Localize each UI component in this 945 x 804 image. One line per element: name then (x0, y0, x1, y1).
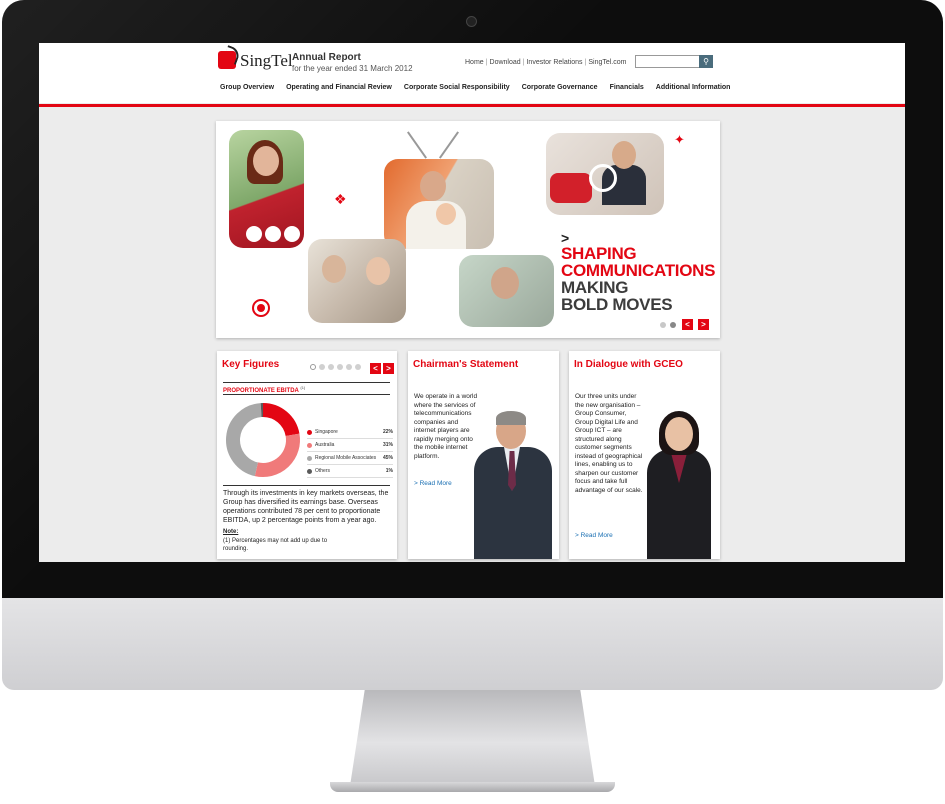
kf-prev-button[interactable]: < (370, 363, 381, 374)
legend-swatch (307, 468, 312, 474)
divider (223, 382, 390, 383)
hero-dot-active[interactable] (670, 322, 676, 328)
gceo-body: Our three units under the new organisati… (575, 393, 643, 494)
gceo-read-more-link[interactable]: > Read More (575, 532, 613, 539)
kf-dot[interactable] (319, 364, 325, 370)
chairman-read-more-link[interactable]: > Read More (414, 480, 452, 487)
donut-slice-regional-mobile-associates (226, 403, 262, 477)
legend-value: 45% (382, 455, 393, 461)
note-label: Note: (223, 529, 239, 535)
legend-value: 31% (382, 442, 393, 448)
brand-name[interactable]: SingTel (240, 51, 293, 71)
screen: SingTel Annual Report for the year ended… (39, 43, 905, 562)
tagline-line-4: BOLD MOVES (561, 295, 673, 314)
kf-dot[interactable] (346, 364, 352, 370)
legend-row: Others 1% (307, 465, 393, 478)
donut-slice-australia (254, 433, 300, 477)
kf-dot[interactable] (355, 364, 361, 370)
tagline-arrow: > (561, 230, 570, 246)
monitor-chin (2, 598, 943, 690)
tagline-line-1: SHAPING (561, 244, 637, 263)
legend-value: 1% (385, 468, 393, 474)
legend-row: Australia 31% (307, 439, 393, 452)
photo-woman-phone (229, 130, 304, 248)
hero-prev-button[interactable]: < (682, 319, 693, 330)
nav-group-overview[interactable]: Group Overview (214, 79, 280, 99)
main-nav: Group Overview Operating and Financial R… (214, 79, 736, 99)
ebitda-donut-chart (226, 403, 300, 477)
kf-next-button[interactable]: > (383, 363, 394, 374)
kf-dot[interactable] (337, 364, 343, 370)
utility-link-download[interactable]: Download (490, 59, 521, 66)
hero-dot[interactable] (660, 322, 666, 328)
utility-link-singtel[interactable]: SingTel.com (588, 59, 626, 66)
legend-value: 22% (382, 429, 393, 435)
utility-link-investor-relations[interactable]: Investor Relations (526, 59, 582, 66)
legend-label: Singapore (315, 429, 338, 435)
chairman-title[interactable]: Chairman's Statement (413, 359, 518, 370)
kf-dot[interactable] (310, 364, 316, 370)
hero-banner[interactable]: ❖ ✦ > SHAPING COMMUNICATIONS MAKING BOLD… (216, 121, 720, 338)
singtel-logo-icon[interactable] (218, 51, 236, 69)
header-divider (39, 104, 905, 107)
footnote-marker: (1) (300, 385, 306, 390)
note-text: (1) Percentages may not add up due to ro… (223, 538, 328, 552)
utility-nav: Home | Download | Investor Relations | SingTel… (465, 59, 627, 66)
camera-icon (466, 16, 477, 27)
gceo-portrait (643, 411, 715, 559)
nav-corporate-governance[interactable]: Corporate Governance (516, 79, 604, 99)
chart-legend: Singapore 22% Australia 31% Regional Mobile … (307, 426, 393, 478)
divider (223, 485, 390, 486)
nav-operating-financial-review[interactable]: Operating and Financial Review (280, 79, 398, 99)
donut-slice-singapore (262, 403, 300, 437)
report-title: Annual Report (292, 52, 361, 63)
globe-icon (252, 299, 270, 317)
photo-couple-video-call (308, 239, 406, 323)
gceo-panel[interactable]: In Dialogue with GCEO Our three units un… (569, 351, 720, 559)
divider (223, 394, 390, 395)
report-subtitle: for the year ended 31 March 2012 (292, 64, 413, 73)
chairman-portrait (474, 411, 556, 559)
gceo-title[interactable]: In Dialogue with GCEO (574, 359, 683, 370)
hero-tagline: > SHAPING COMMUNICATIONS MAKING BOLD MOV… (561, 231, 715, 313)
chart-title: PROPORTIONATE EBITDA (1) (223, 385, 306, 394)
tagline-line-2: COMMUNICATIONS (561, 261, 716, 280)
search-button[interactable]: ⚲ (699, 55, 713, 68)
power-ring-icon (589, 164, 617, 192)
nav-financials[interactable]: Financials (604, 79, 650, 99)
photo-father-child-tv (384, 159, 494, 249)
key-figures-pagination (310, 364, 361, 370)
tagline-line-3: MAKING (561, 278, 629, 297)
satellite-icon: ✦ (674, 132, 685, 147)
legend-row: Regional Mobile Associates 45% (307, 452, 393, 465)
key-figures-panel: Key Figures < > PROPORTIONATE EBITDA (1)… (217, 351, 397, 559)
nav-additional-information[interactable]: Additional Information (650, 79, 737, 99)
legend-row: Singapore 22% (307, 426, 393, 439)
hero-pagination (660, 322, 676, 328)
key-figures-body: Through its investments in key markets o… (223, 490, 389, 524)
photo-man-headset (459, 255, 554, 327)
utility-link-home[interactable]: Home (465, 59, 484, 66)
hero-next-button[interactable]: > (698, 319, 709, 330)
legend-swatch (307, 429, 312, 435)
key-figures-title: Key Figures (222, 359, 280, 370)
legend-label: Australia (315, 442, 335, 448)
legend-label: Others (315, 468, 331, 474)
family-icon: ❖ (334, 191, 347, 207)
chairman-body: We operate in a world where the services… (414, 393, 478, 460)
nav-corporate-social-responsibility[interactable]: Corporate Social Responsibility (398, 79, 516, 99)
tv-antenna-icon (407, 131, 427, 159)
monitor-stand (350, 690, 595, 786)
legend-swatch (307, 455, 312, 461)
legend-swatch (307, 442, 312, 448)
site-header: SingTel Annual Report for the year ended… (39, 43, 905, 103)
chairman-panel[interactable]: Chairman's Statement We operate in a wor… (408, 351, 559, 559)
search-input[interactable] (635, 55, 703, 68)
kf-dot[interactable] (328, 364, 334, 370)
legend-label: Regional Mobile Associates (315, 455, 377, 461)
monitor-stand-base (330, 782, 615, 792)
search-icon: ⚲ (703, 57, 709, 66)
tv-antenna-icon (439, 131, 459, 159)
